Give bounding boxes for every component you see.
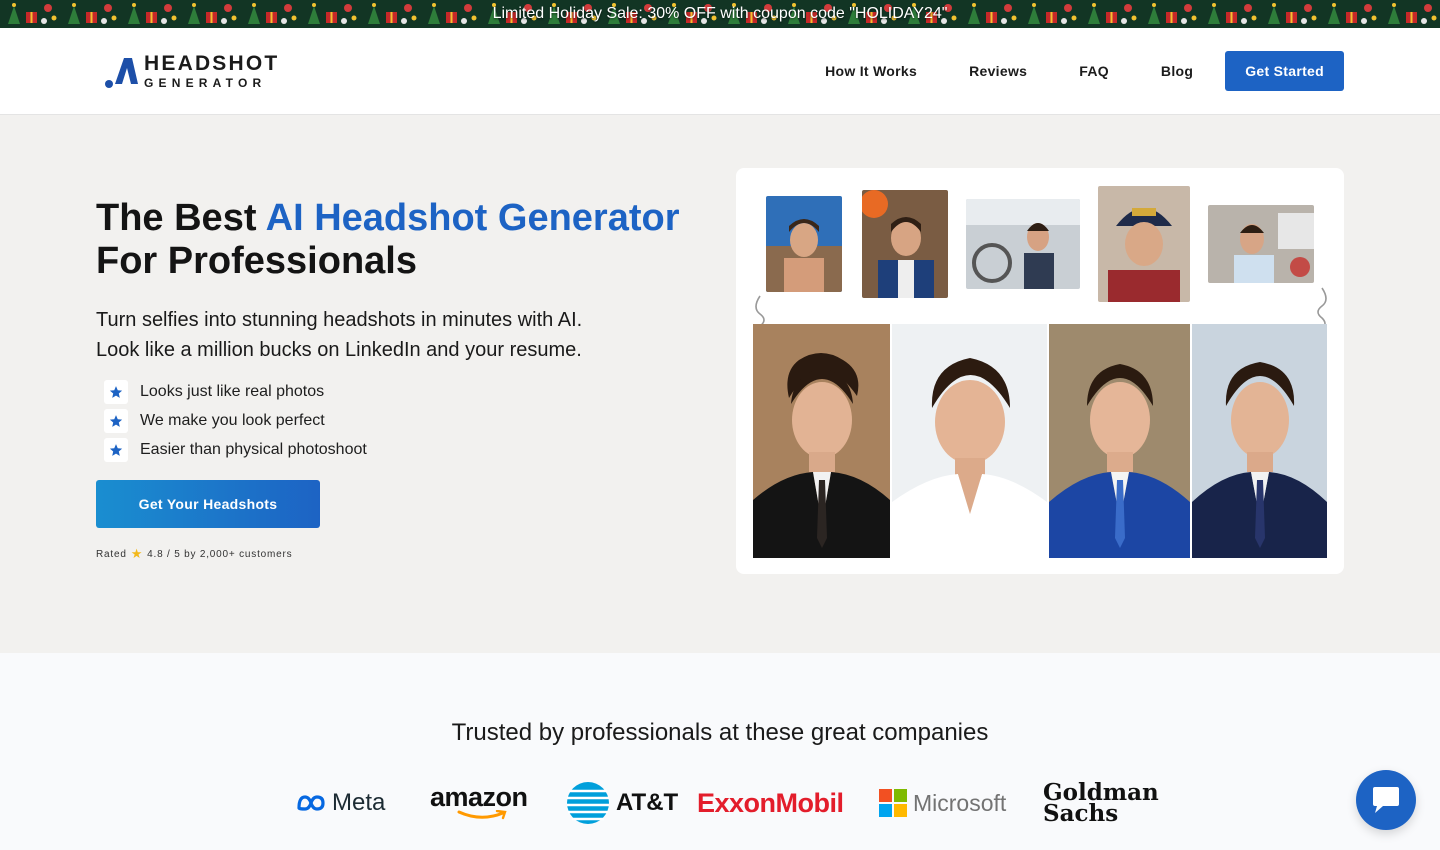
rating-line: Rated ★ 4.8 / 5 by 2,000+ customers — [96, 546, 716, 562]
nav-reviews[interactable]: Reviews — [969, 63, 1027, 79]
meta-logo: Meta — [296, 775, 385, 831]
nav-blog[interactable]: Blog — [1161, 63, 1193, 79]
att-logo: AT&T — [566, 775, 678, 831]
amazon-logo: amazon — [430, 775, 528, 831]
main-nav: How It Works Reviews FAQ Blog Get Starte… — [825, 51, 1344, 91]
logo-line1: HEADSHOT — [144, 52, 280, 75]
before-after-showcase — [736, 168, 1344, 574]
selfie-photo — [862, 190, 948, 298]
hero-title-pre: The Best — [96, 197, 266, 239]
rating-value: 4.8 / 5 by 2,000+ customers — [147, 548, 293, 560]
amazon-wordmark: amazon — [430, 782, 528, 812]
site-logo[interactable]: HEADSHOT GENERATOR — [102, 52, 279, 90]
logo-line2: GENERATOR — [144, 76, 267, 90]
promo-text: Limited Holiday Sale: 30% OFF with coupo… — [492, 5, 948, 22]
amazon-smile-icon — [457, 810, 507, 820]
meta-wordmark: Meta — [332, 789, 386, 816]
att-globe-icon — [567, 782, 609, 824]
feature-item: Easier than physical photoshoot — [96, 435, 716, 464]
exxonmobil-wordmark: ExxonMobil — [697, 787, 844, 818]
headshot-photo — [892, 324, 1047, 558]
hero-title-accent: AI Headshot Generator — [265, 197, 680, 239]
trusted-title: Trusted by professionals at these great … — [451, 719, 989, 746]
star-icon — [104, 408, 128, 433]
company-logos: Meta amazon AT&T ExxonMobil Microsoft Go… — [0, 775, 1440, 831]
logo-mark-icon — [105, 58, 138, 88]
hero-subtitle: Turn selfies into stunning headshots in … — [96, 305, 716, 365]
hero-subtitle-line2: Look like a million bucks on LinkedIn an… — [96, 339, 582, 361]
feature-text: Looks just like real photos — [140, 382, 325, 400]
selfie-photo — [766, 196, 842, 292]
att-wordmark: AT&T — [616, 789, 679, 816]
exxonmobil-logo: ExxonMobil — [697, 775, 844, 831]
get-started-button[interactable]: Get Started — [1225, 51, 1344, 91]
feature-text: Easier than physical photoshoot — [140, 440, 367, 458]
headshot-photo — [1049, 324, 1190, 558]
star-icon — [104, 437, 128, 462]
hero-section: The Best AI Headshot Generator For Profe… — [0, 115, 1440, 653]
feature-item: We make you look perfect — [96, 406, 716, 435]
feature-text: We make you look perfect — [140, 411, 325, 429]
rating-star-icon: ★ — [130, 546, 144, 561]
site-header: HEADSHOT GENERATOR How It Works Reviews … — [0, 28, 1440, 115]
selfie-photo — [966, 199, 1080, 289]
hero-title: The Best AI Headshot Generator For Profe… — [96, 197, 716, 283]
hero-subtitle-line1: Turn selfies into stunning headshots in … — [96, 309, 583, 331]
goldman-sachs-logo: Goldman Sachs — [1043, 775, 1159, 831]
promo-banner: Limited Holiday Sale: 30% OFF with coupo… — [0, 0, 1440, 28]
nav-faq[interactable]: FAQ — [1079, 63, 1109, 79]
nav-how-it-works[interactable]: How It Works — [825, 63, 917, 79]
star-icon — [104, 379, 128, 404]
chat-bubble-icon — [1373, 787, 1399, 813]
chat-launcher-button[interactable] — [1356, 770, 1416, 830]
microsoft-wordmark: Microsoft — [913, 789, 1007, 816]
microsoft-logo: Microsoft — [879, 775, 1006, 831]
selfie-photo — [1098, 186, 1190, 302]
goldman-wordmark-line2: Sachs — [1043, 800, 1119, 827]
selfie-photo — [1208, 205, 1314, 283]
trusted-by-section: Trusted by professionals at these great … — [0, 653, 1440, 850]
get-headshots-button[interactable]: Get Your Headshots — [96, 480, 320, 528]
feature-item: Looks just like real photos — [96, 377, 716, 406]
feature-list: Looks just like real photos We make you … — [96, 377, 716, 464]
rating-label: Rated — [96, 548, 127, 560]
hero-title-post: For Professionals — [96, 240, 417, 282]
headshot-photo — [753, 324, 890, 558]
headshot-photo — [1192, 324, 1327, 558]
microsoft-squares-icon — [879, 789, 907, 817]
meta-infinity-icon — [297, 795, 325, 811]
